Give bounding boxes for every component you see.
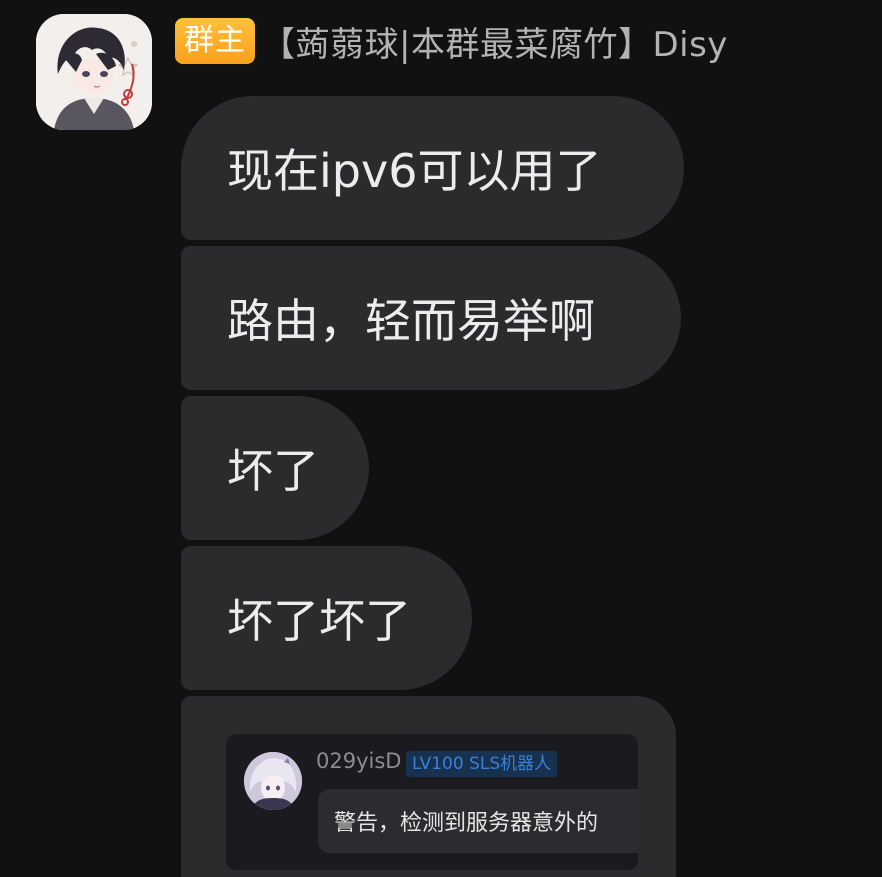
message-bubble[interactable]: 路由，轻而易举啊 — [181, 246, 681, 390]
chat-screen: 群主 【蒟蒻球|本群最菜腐竹】Disy 现在ipv6可以用了 路由，轻而易举啊 … — [0, 0, 882, 877]
message-text: 现在ipv6可以用了 — [227, 144, 602, 198]
forwarded-sender-avatar — [244, 752, 302, 810]
forwarded-message-bubble[interactable]: 029yisD LV100 SLS机器人 警告，检测到服务器意外的 — [181, 696, 676, 877]
message-bubble[interactable]: 现在ipv6可以用了 — [181, 96, 684, 240]
message-text: 坏了坏了 — [227, 594, 411, 648]
sender-avatar[interactable] — [36, 14, 152, 130]
anime-girl-avatar-icon — [244, 752, 302, 810]
forwarded-sender-name: 029yisD — [316, 749, 402, 773]
sender-name[interactable]: 【蒟蒻球|本群最菜腐竹】Disy — [261, 17, 728, 66]
forwarded-message-text: 警告，检测到服务器意外的 — [334, 811, 599, 836]
message-bubble[interactable]: 坏了坏了 — [181, 546, 472, 690]
owner-badge: 群主 — [175, 18, 255, 64]
anime-boy-avatar-icon — [36, 14, 152, 130]
message-text: 坏了 — [227, 444, 319, 498]
message-bubble[interactable]: 坏了 — [181, 396, 369, 540]
sender-header: 群主 【蒟蒻球|本群最菜腐竹】Disy — [175, 17, 728, 65]
forwarded-message-card[interactable]: 029yisD LV100 SLS机器人 警告，检测到服务器意外的 — [226, 734, 638, 870]
level-tag: LV100 SLS机器人 — [406, 751, 558, 777]
message-text: 路由，轻而易举啊 — [227, 294, 595, 348]
forwarded-message-bubble-text: 警告，检测到服务器意外的 — [318, 789, 638, 853]
